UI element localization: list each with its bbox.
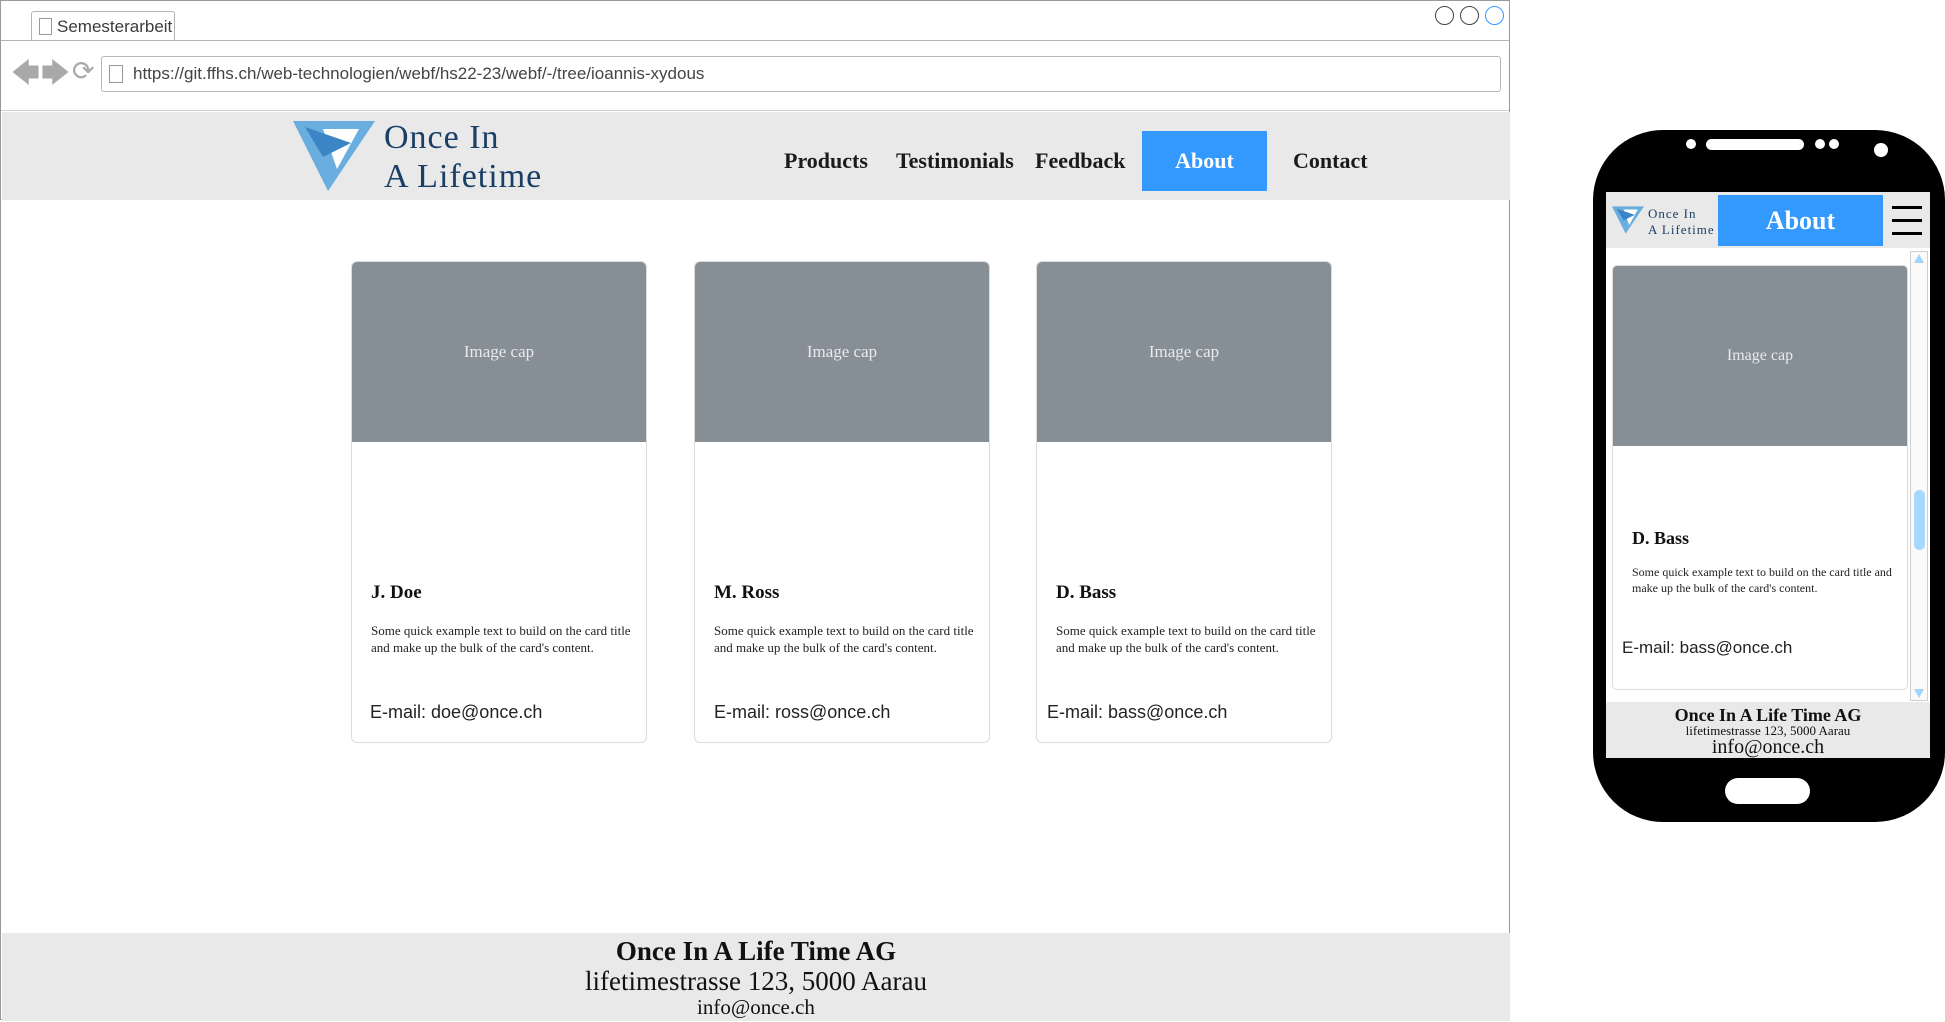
team-card-ross: Image cap M. Ross Some quick example tex… [694, 261, 990, 743]
mobile-scrollbar[interactable] [1910, 251, 1928, 701]
browser-chrome-divider [1, 110, 1509, 111]
phone-sensor-dot [1815, 139, 1825, 149]
back-arrow-icon[interactable]: 🡄 [11, 59, 40, 87]
desktop-browser-window: Semesterarbeit 🡄 🡆 ⟳ https://git.ffhs.ch… [0, 0, 1510, 1021]
nav-testimonials[interactable]: Testimonials [896, 148, 1014, 174]
nav-contact[interactable]: Contact [1293, 148, 1368, 174]
card-title: J. Doe [371, 582, 422, 603]
scroll-down-arrow-icon[interactable] [1914, 689, 1924, 698]
phone-front-camera [1686, 139, 1696, 149]
logo-line-2[interactable]: A Lifetime [1648, 223, 1715, 236]
logo-line-1[interactable]: Once In [384, 121, 500, 155]
card-title: D. Bass [1632, 528, 1690, 548]
mobile-team-card-bass: Image cap D. Bass Some quick example tex… [1612, 265, 1908, 690]
tab-title: Semesterarbeit [57, 17, 173, 36]
window-control-maximize-button[interactable] [1460, 6, 1479, 25]
logo-line-2[interactable]: A Lifetime [384, 160, 542, 194]
mobile-nav-about-active[interactable]: About [1718, 195, 1883, 246]
mobile-screen: Once In A Lifetime About Image cap D. Ba… [1606, 192, 1930, 758]
nav-products[interactable]: Products [784, 148, 868, 174]
card-email[interactable]: E-mail: ross@once.ch [714, 702, 890, 723]
url-text: https://git.ffhs.ch/web-technologien/web… [133, 64, 705, 83]
phone-home-button[interactable] [1725, 778, 1810, 804]
card-text: Some quick example text to build on the … [1056, 623, 1316, 655]
card-email[interactable]: E-mail: bass@once.ch [1047, 702, 1227, 723]
footer-email[interactable]: info@once.ch [2, 995, 1510, 1019]
logo-icon[interactable] [293, 121, 375, 191]
phone-sensor-dot [1829, 139, 1839, 149]
footer-company: Once In A Life Time AG [1674, 705, 1862, 725]
site-footer: Once In A Life Time AG lifetimestrasse 1… [2, 933, 1510, 1021]
footer-email[interactable]: info@once.ch [1606, 737, 1930, 757]
card-image-placeholder: Image cap [352, 262, 646, 442]
forward-arrow-icon[interactable]: 🡆 [41, 59, 70, 87]
logo-line-1[interactable]: Once In [1648, 207, 1697, 220]
card-title: D. Bass [1056, 582, 1117, 603]
page-icon [39, 18, 52, 35]
page-icon [109, 65, 123, 83]
card-image-placeholder: Image cap [1037, 262, 1331, 442]
footer-address: lifetimestrasse 123, 5000 Aarau [585, 966, 927, 996]
card-image-placeholder: Image cap [695, 262, 989, 442]
card-email[interactable]: E-mail: doe@once.ch [370, 702, 542, 723]
reload-icon[interactable]: ⟳ [72, 58, 95, 85]
card-image-placeholder: Image cap [1613, 266, 1907, 446]
team-card-bass: Image cap D. Bass Some quick example tex… [1036, 261, 1332, 743]
card-text: Some quick example text to build on the … [714, 623, 974, 655]
tab-strip-divider [1, 40, 1509, 41]
mobile-footer: Once In A Life Time AG lifetimestrasse 1… [1606, 702, 1930, 758]
footer-company: Once In A Life Time AG [615, 936, 897, 966]
hamburger-menu-icon[interactable] [1890, 204, 1924, 238]
card-text: Some quick example text to build on the … [371, 623, 631, 655]
card-email[interactable]: E-mail: bass@once.ch [1622, 638, 1792, 658]
address-bar[interactable]: https://git.ffhs.ch/web-technologien/web… [101, 56, 1501, 92]
nav-feedback[interactable]: Feedback [1035, 148, 1125, 174]
team-card-doe: Image cap J. Doe Some quick example text… [351, 261, 647, 743]
scroll-up-arrow-icon[interactable] [1914, 254, 1924, 263]
window-control-minimize-button[interactable] [1435, 6, 1454, 25]
mobile-header: Once In A Lifetime About [1606, 192, 1930, 248]
phone-camera [1874, 143, 1888, 157]
site-header [2, 112, 1510, 200]
browser-tab[interactable]: Semesterarbeit [31, 11, 175, 41]
card-text: Some quick example text to build on the … [1632, 565, 1892, 595]
phone-speaker [1706, 139, 1804, 150]
card-title: M. Ross [714, 582, 780, 603]
nav-about-active[interactable]: About [1142, 131, 1267, 191]
window-control-close-button[interactable] [1485, 6, 1504, 25]
logo-icon[interactable] [1612, 206, 1644, 234]
scrollbar-thumb[interactable] [1914, 490, 1925, 551]
